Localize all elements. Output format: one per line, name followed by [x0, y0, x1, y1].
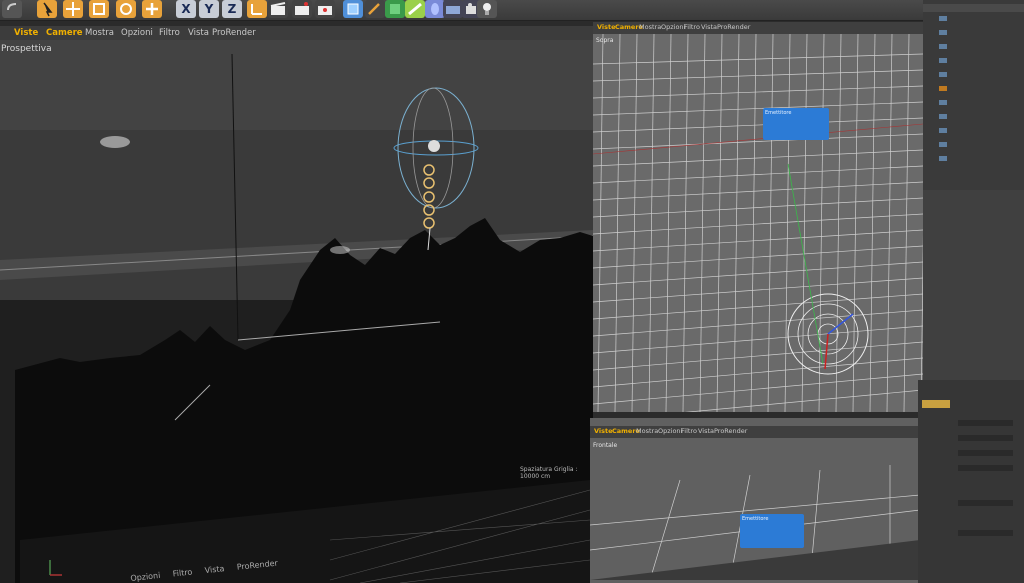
menu-prorender[interactable]: ProRender	[212, 28, 256, 38]
array-icon[interactable]	[405, 0, 425, 18]
top-viewport[interactable]: Viste Camere Mostra Opzioni Filtro Vista…	[593, 22, 923, 412]
attribute-manager	[918, 380, 1024, 583]
attribute-field[interactable]	[958, 465, 1013, 471]
undo-icon[interactable]	[2, 0, 22, 18]
attribute-field[interactable]	[958, 420, 1013, 426]
floor-icon[interactable]	[443, 0, 463, 18]
object-manager-header	[923, 4, 1024, 12]
render-picture-viewer-icon[interactable]	[292, 0, 312, 18]
menu-filtro-lower[interactable]: Filtro	[172, 568, 192, 579]
menu-vista[interactable]: Vista	[188, 28, 209, 38]
menu-camere[interactable]: Camere	[46, 28, 83, 38]
render-view-icon[interactable]	[268, 0, 288, 18]
object-row[interactable]	[937, 58, 1007, 64]
attribute-field[interactable]	[958, 530, 1013, 536]
object-row[interactable]	[937, 100, 1007, 106]
scale-tool-icon[interactable]	[89, 0, 109, 18]
viewport-menubar: Viste Camere Mostra Opzioni Filtro Vista…	[590, 426, 920, 438]
menu-filtro[interactable]: Filtro	[159, 28, 180, 38]
object-row[interactable]	[937, 114, 1007, 120]
rotate-tool-icon[interactable]	[116, 0, 136, 18]
attribute-field[interactable]	[958, 450, 1013, 456]
object-row[interactable]	[937, 30, 1007, 36]
object-row[interactable]	[937, 156, 1007, 162]
menu-viste[interactable]: Viste	[597, 23, 616, 31]
menu-vista[interactable]: Vista	[698, 427, 714, 435]
light-icon[interactable]	[477, 0, 497, 18]
object-row[interactable]	[937, 44, 1007, 50]
object-row[interactable]	[937, 16, 1007, 22]
menu-viste[interactable]: Viste	[594, 427, 613, 435]
grid-spacing-text: Spaziatura Griglia : 10000 cm	[520, 466, 578, 480]
viewport-menubar: Viste Camere Mostra Opzioni Filtro Vista…	[593, 22, 923, 34]
menu-opzioni[interactable]: Opzioni	[121, 28, 153, 38]
menu-mostra[interactable]: Mostra	[636, 427, 658, 435]
object-row[interactable]	[937, 128, 1007, 134]
add-tool-icon[interactable]	[142, 0, 162, 18]
object-row[interactable]	[937, 86, 1007, 92]
perspective-viewport[interactable]: Viste Camere Mostra Opzioni Filtro Vista…	[0, 26, 593, 583]
menu-mostra[interactable]: Mostra	[85, 28, 114, 38]
deformer-icon[interactable]	[425, 0, 445, 18]
object-row[interactable]	[937, 72, 1007, 78]
coordinate-system-icon[interactable]	[247, 0, 267, 18]
x-axis-lock-button[interactable]: X	[176, 0, 196, 18]
front-viewport[interactable]: Viste Camere Mostra Opzioni Filtro Vista…	[590, 418, 920, 583]
attribute-field[interactable]	[958, 435, 1013, 441]
object-row[interactable]	[937, 142, 1007, 148]
menu-opzioni[interactable]: Opzioni	[661, 23, 685, 31]
select-tool-icon[interactable]	[37, 0, 57, 18]
emitter-tooltip-title: Emettitore	[765, 110, 792, 116]
menu-vista-lower[interactable]: Vista	[204, 564, 225, 575]
subdivision-surface-icon[interactable]	[385, 0, 405, 18]
z-axis-lock-button[interactable]: Z	[222, 0, 242, 18]
menu-prorender[interactable]: ProRender	[714, 427, 747, 435]
menu-vista[interactable]: Vista	[701, 23, 717, 31]
viewport-label: Prospettiva	[1, 44, 52, 54]
y-axis-lock-button[interactable]: Y	[199, 0, 219, 18]
emitter-tooltip: Emettitore	[763, 108, 829, 140]
perspective-scene	[0, 40, 593, 583]
emitter-tooltip-title: Emettitore	[742, 516, 769, 522]
pen-spline-icon[interactable]	[365, 0, 385, 18]
render-settings-icon[interactable]	[315, 0, 335, 18]
menu-prorender[interactable]: ProRender	[717, 23, 750, 31]
menu-viste[interactable]: Viste	[14, 28, 38, 38]
menu-mostra[interactable]: Mostra	[639, 23, 661, 31]
menu-filtro[interactable]: Filtro	[681, 427, 697, 435]
menu-filtro[interactable]: Filtro	[684, 23, 700, 31]
menu-opzioni[interactable]: Opzioni	[658, 427, 682, 435]
front-scene	[590, 465, 920, 580]
object-manager-empty-area	[923, 190, 1024, 380]
top-scene	[593, 34, 923, 412]
emitter-tooltip: Emettitore	[740, 514, 804, 548]
menu-opzioni-lower[interactable]: Opzioni	[130, 571, 161, 583]
attribute-field[interactable]	[958, 500, 1013, 506]
move-tool-icon[interactable]	[63, 0, 83, 18]
viewport-menubar: Viste Camere Mostra Opzioni Filtro Vista…	[0, 26, 593, 40]
object-manager	[923, 0, 1024, 190]
cube-primitive-icon[interactable]	[343, 0, 363, 18]
main-toolbar: X Y Z	[0, 0, 1024, 21]
attribute-tab-active[interactable]	[922, 400, 950, 408]
